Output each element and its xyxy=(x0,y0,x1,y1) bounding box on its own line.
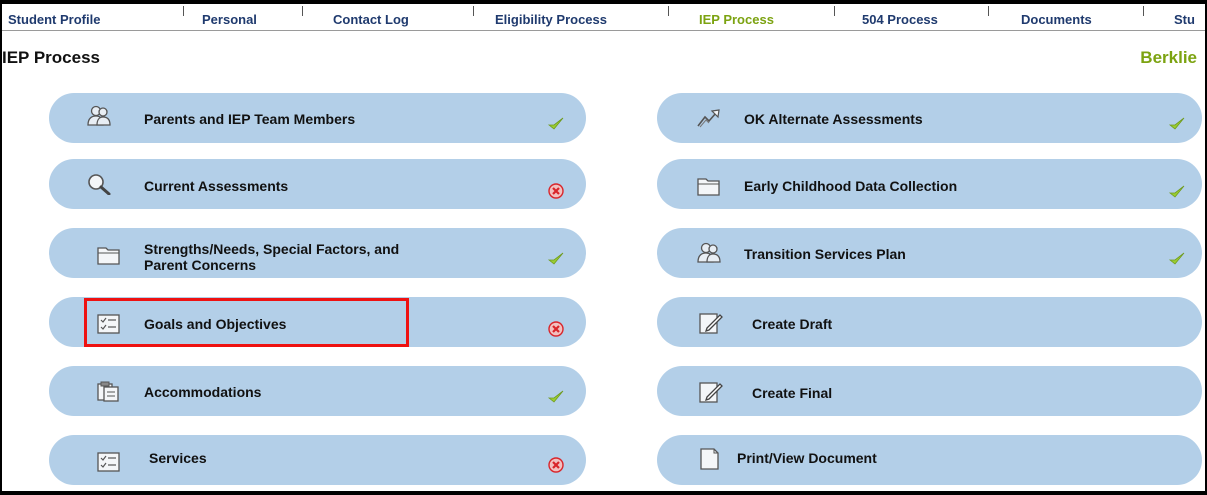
section-create-draft[interactable]: Create Draft xyxy=(657,297,1202,347)
trend-arrow-icon xyxy=(697,107,721,129)
complete-check-icon xyxy=(1168,183,1185,199)
tab-separator xyxy=(988,6,989,16)
section-label: Create Final xyxy=(752,385,833,401)
clipboard-icon xyxy=(97,380,121,402)
tab-separator xyxy=(302,6,303,16)
incomplete-x-icon xyxy=(548,183,564,199)
folder-icon xyxy=(697,175,721,197)
complete-check-icon xyxy=(547,250,564,266)
complete-check-icon xyxy=(1168,250,1185,266)
section-label: Create Draft xyxy=(752,316,833,332)
folder-icon xyxy=(97,244,121,266)
tab-separator xyxy=(183,6,184,16)
section-current-assessments[interactable]: Current Assessments xyxy=(49,159,586,209)
magnifier-icon xyxy=(87,173,111,196)
tab-separator xyxy=(1143,6,1144,16)
tab-documents[interactable]: Documents xyxy=(1021,12,1092,27)
complete-check-icon xyxy=(547,115,564,131)
section-parents-team-members[interactable]: Parents and IEP Team Members xyxy=(49,93,586,143)
tab-bar: Student Profile Personal Contact Log Eli… xyxy=(2,4,1205,31)
edit-document-icon xyxy=(699,312,723,334)
section-print-view-document[interactable]: Print/View Document xyxy=(657,435,1202,485)
section-label: Goals and Objectives xyxy=(144,316,287,332)
section-transition-services-plan[interactable]: Transition Services Plan xyxy=(657,228,1202,278)
tab-iep-process[interactable]: IEP Process xyxy=(699,12,774,27)
complete-check-icon xyxy=(1168,115,1185,131)
tab-eligibility-process[interactable]: Eligibility Process xyxy=(495,12,607,27)
tab-separator xyxy=(668,6,669,16)
people-icon xyxy=(697,242,721,264)
section-label: Strengths/Needs, Special Factors, and xyxy=(144,241,400,257)
section-goals-objectives[interactable]: Goals and Objectives xyxy=(49,297,586,347)
people-icon xyxy=(87,105,111,127)
section-label: Accommodations xyxy=(144,384,262,400)
tab-separator xyxy=(834,6,835,16)
tab-contact-log[interactable]: Contact Log xyxy=(333,12,409,27)
section-label: Services xyxy=(149,450,207,466)
incomplete-x-icon xyxy=(548,457,564,473)
tab-personal[interactable]: Personal xyxy=(202,12,257,27)
tab-separator xyxy=(473,6,474,16)
tab-504-process[interactable]: 504 Process xyxy=(862,12,938,27)
section-accommodations[interactable]: Accommodations xyxy=(49,366,586,416)
section-label: Parents and IEP Team Members xyxy=(144,111,356,127)
student-name: Berklie xyxy=(1140,48,1197,67)
section-label: OK Alternate Assessments xyxy=(744,111,923,127)
section-label: Early Childhood Data Collection xyxy=(744,178,958,194)
section-ok-alternate-assessments[interactable]: OK Alternate Assessments xyxy=(657,93,1202,143)
tab-student-profile[interactable]: Student Profile xyxy=(8,12,100,27)
section-label: Print/View Document xyxy=(737,450,877,466)
checklist-icon xyxy=(97,451,121,473)
tab-student-more[interactable]: Stu xyxy=(1174,12,1195,27)
incomplete-x-icon xyxy=(548,321,564,337)
section-label-line2: Parent Concerns xyxy=(144,257,257,273)
section-strengths-needs[interactable]: Strengths/Needs, Special Factors, and Pa… xyxy=(49,228,586,278)
checklist-icon xyxy=(97,313,121,335)
page-title: IEP Process xyxy=(2,48,100,67)
section-create-final[interactable]: Create Final xyxy=(657,366,1202,416)
section-label: Transition Services Plan xyxy=(744,246,906,262)
section-label: Current Assessments xyxy=(144,178,289,194)
edit-document-icon xyxy=(699,381,723,403)
section-services[interactable]: Services xyxy=(49,435,586,485)
complete-check-icon xyxy=(547,388,564,404)
document-icon xyxy=(699,448,723,470)
section-early-childhood-data[interactable]: Early Childhood Data Collection xyxy=(657,159,1202,209)
app-frame: Student Profile Personal Contact Log Eli… xyxy=(2,4,1205,491)
